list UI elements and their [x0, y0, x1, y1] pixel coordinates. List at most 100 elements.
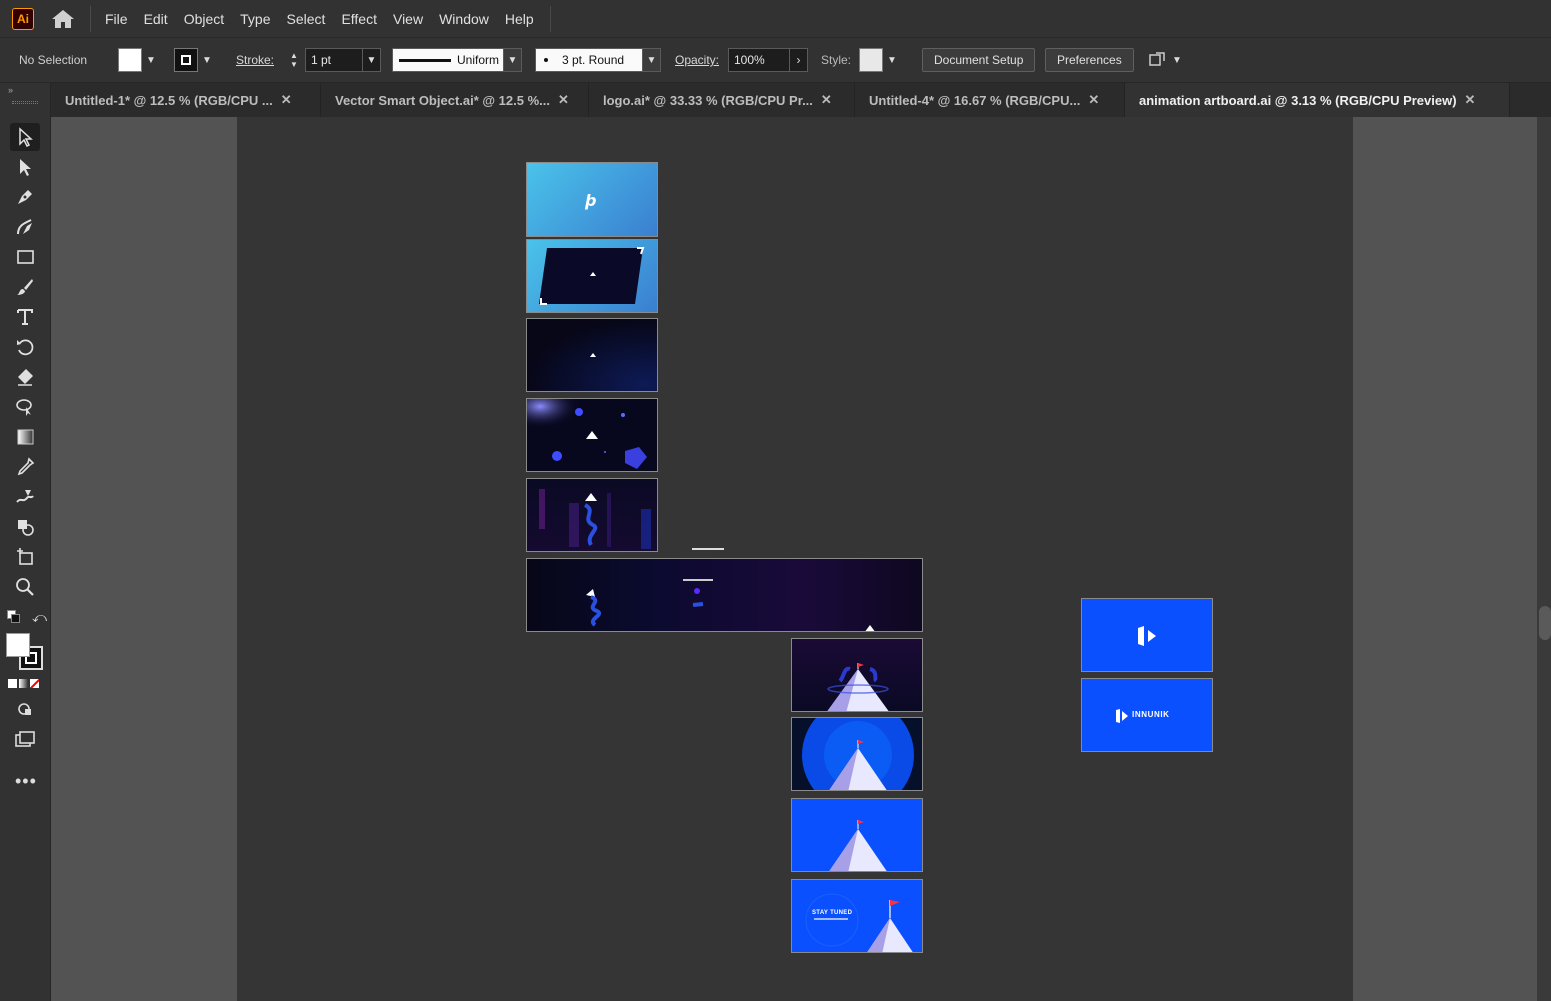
none-icon[interactable] — [30, 679, 39, 688]
illustrator-window: Ai File Edit Object Type Select Effect V… — [0, 0, 1551, 1001]
scrollbar-thumb[interactable] — [1539, 606, 1551, 640]
shapes-scene — [527, 399, 657, 471]
stroke-stepper[interactable]: ▲ ▼ — [285, 48, 303, 72]
document-setup-button[interactable]: Document Setup — [922, 48, 1036, 72]
menu-type[interactable]: Type — [232, 11, 278, 27]
artboard-2[interactable] — [526, 239, 658, 313]
artboard-6[interactable] — [526, 558, 923, 632]
menu-divider — [549, 5, 551, 32]
menu-effect[interactable]: Effect — [333, 11, 385, 27]
tab-document[interactable]: Untitled-4* @ 16.67 % (RGB/CPU... ✕ — [855, 83, 1125, 117]
mountain-scene — [827, 663, 889, 711]
rotate-tool-icon[interactable] — [10, 333, 40, 361]
tab-label: Untitled-1* @ 12.5 % (RGB/CPU ... — [65, 92, 273, 108]
home-icon[interactable] — [50, 8, 76, 30]
gradient-icon[interactable] — [19, 679, 28, 688]
selection-tool-icon[interactable] — [10, 123, 40, 151]
brush-definition[interactable]: 3 pt. Round — [535, 48, 643, 72]
curvature-tool-icon[interactable] — [10, 213, 40, 241]
tab-document[interactable]: logo.ai* @ 33.33 % (RGB/CPU Pr... ✕ — [589, 83, 855, 117]
color-icon[interactable] — [8, 679, 17, 688]
tab-document[interactable]: Vector Smart Object.ai* @ 12.5 %... ✕ — [321, 83, 589, 117]
fill-swatch[interactable] — [118, 48, 142, 72]
close-icon[interactable]: ✕ — [558, 92, 569, 108]
chevron-down-icon[interactable]: ▼ — [363, 48, 381, 72]
artboard-1[interactable]: þ — [526, 162, 658, 237]
artboard-3[interactable] — [526, 318, 658, 392]
brush-label: 3 pt. Round — [562, 53, 625, 67]
type-tool-icon[interactable] — [10, 303, 40, 331]
menu-select[interactable]: Select — [279, 11, 334, 27]
close-icon[interactable]: ✕ — [1088, 92, 1099, 108]
chevron-right-icon[interactable]: › — [790, 48, 808, 72]
default-colors-icon[interactable] — [7, 610, 21, 624]
stroke-weight-field[interactable]: 1 pt — [305, 48, 363, 72]
paintbrush-tool-icon[interactable] — [10, 273, 40, 301]
screen-mode-icon[interactable] — [10, 725, 40, 753]
variable-width-profile[interactable]: Uniform — [392, 48, 504, 72]
menu-view[interactable]: View — [385, 11, 431, 27]
panel-grip[interactable] — [12, 101, 38, 104]
arrange-documents-icon[interactable] — [1146, 49, 1168, 71]
fill-color-swatch[interactable] — [6, 633, 30, 657]
menu-divider — [90, 5, 91, 32]
close-icon[interactable]: ✕ — [1465, 92, 1476, 108]
triangle-shape — [590, 353, 596, 357]
menu-bar: Ai File Edit Object Type Select Effect V… — [0, 0, 1551, 38]
pen-tool-icon[interactable] — [10, 183, 40, 211]
menu-window[interactable]: Window — [431, 11, 497, 27]
chevron-down-icon[interactable]: ▼ — [643, 48, 661, 72]
chevron-down-icon[interactable]: ▼ — [504, 48, 522, 72]
shape-builder-tool-icon[interactable] — [10, 513, 40, 541]
artboard-5[interactable] — [526, 478, 658, 552]
more-tools-icon[interactable]: ••• — [15, 771, 37, 792]
tab-label: animation artboard.ai @ 3.13 % (RGB/CPU … — [1139, 92, 1457, 108]
opacity-label[interactable]: Opacity: — [675, 48, 719, 72]
graphic-style-swatch[interactable] — [859, 48, 883, 72]
lasso-tool-icon[interactable] — [10, 393, 40, 421]
stroke-label[interactable]: Stroke: — [236, 48, 274, 72]
artboard-10[interactable]: STAY TUNED — [791, 879, 923, 953]
menu-help[interactable]: Help — [497, 11, 542, 27]
artboard-logo-mark[interactable] — [1081, 598, 1213, 672]
wide-scene — [586, 579, 875, 631]
eraser-tool-icon[interactable] — [10, 363, 40, 391]
tab-document-active[interactable]: animation artboard.ai @ 3.13 % (RGB/CPU … — [1125, 83, 1510, 117]
tab-document[interactable]: Untitled-1* @ 12.5 % (RGB/CPU ... ✕ — [51, 83, 321, 117]
zoom-tool-icon[interactable] — [10, 573, 40, 601]
chevron-down-icon[interactable]: ▼ — [1168, 48, 1186, 72]
blend-tool-icon[interactable] — [10, 483, 40, 511]
style-label: Style: — [821, 53, 852, 67]
brand-name-text: INNUNIK — [1132, 710, 1170, 719]
chevron-down-icon[interactable]: ▼ — [142, 48, 160, 72]
menu-object[interactable]: Object — [176, 11, 232, 27]
color-mode-icons[interactable] — [8, 679, 39, 688]
control-bar: No Selection ▼ ▼ Stroke: ▲ ▼ 1 pt ▼ Unifo… — [0, 38, 1551, 83]
stroke-swatch[interactable] — [174, 48, 198, 72]
panel-collapse-icon[interactable]: » — [8, 85, 13, 95]
eyedropper-tool-icon[interactable] — [10, 453, 40, 481]
menu-file[interactable]: File — [97, 11, 136, 27]
preferences-button[interactable]: Preferences — [1045, 48, 1134, 72]
vertical-scrollbar[interactable] — [1537, 117, 1551, 1001]
close-icon[interactable]: ✕ — [821, 92, 832, 108]
opacity-field[interactable]: 100% — [728, 48, 790, 72]
artboard-logo-full[interactable]: INNUNIK — [1081, 678, 1213, 752]
artboard-label — [692, 548, 724, 550]
tab-label: Vector Smart Object.ai* @ 12.5 %... — [335, 92, 550, 108]
artboard-4[interactable] — [526, 398, 658, 472]
chevron-down-icon[interactable]: ▼ — [883, 48, 901, 72]
gradient-tool-icon[interactable] — [10, 423, 40, 451]
artboard-7[interactable] — [791, 638, 923, 712]
direct-selection-tool-icon[interactable] — [10, 153, 40, 181]
profile-line — [399, 58, 451, 62]
artboard-tool-icon[interactable] — [10, 543, 40, 571]
drawing-mode-icon[interactable] — [10, 695, 40, 723]
artboard-8[interactable] — [791, 717, 923, 791]
close-icon[interactable]: ✕ — [281, 92, 292, 108]
artboard-9[interactable] — [791, 798, 923, 872]
menu-edit[interactable]: Edit — [136, 11, 176, 27]
chevron-down-icon[interactable]: ▼ — [198, 48, 216, 72]
swap-colors-icon[interactable]: ⤺ — [32, 609, 47, 626]
rectangle-tool-icon[interactable] — [10, 243, 40, 271]
